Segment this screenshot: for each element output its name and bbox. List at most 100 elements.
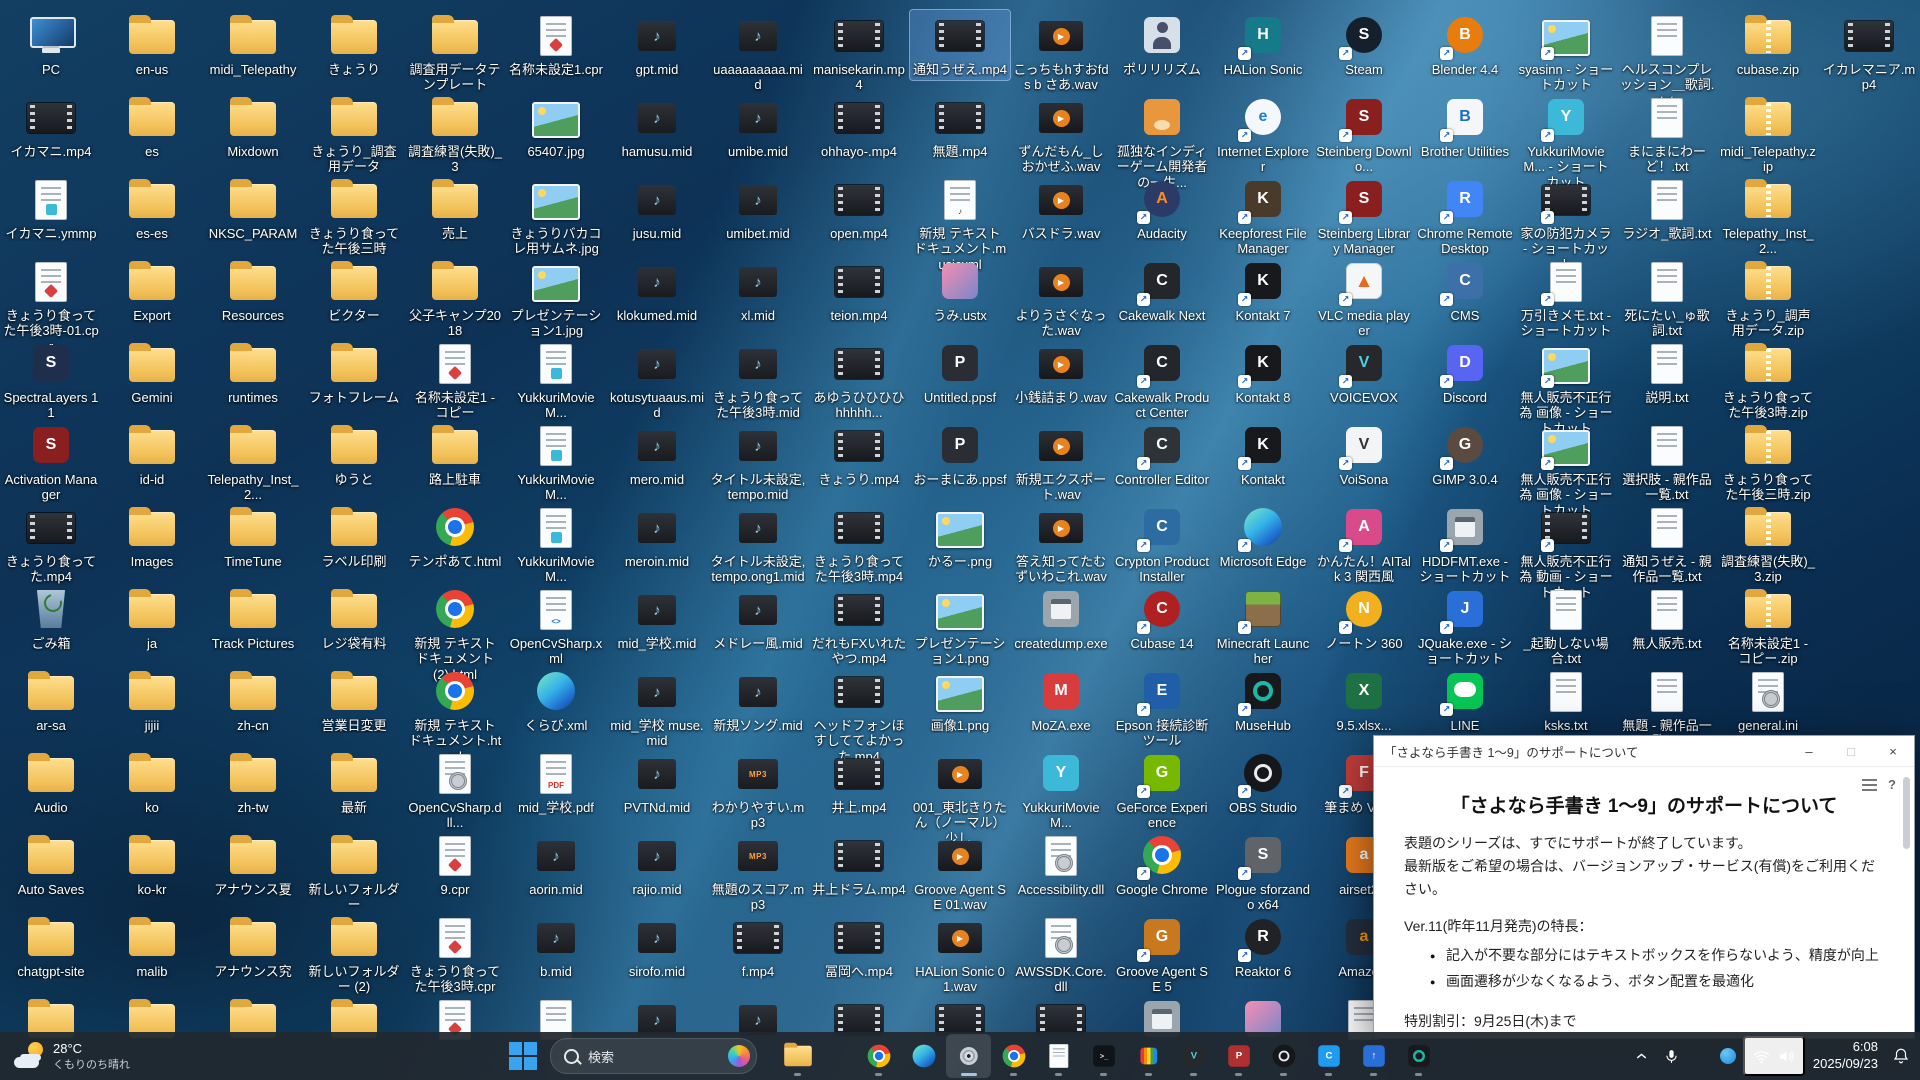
desktop-icon[interactable]: EEpson 接続診断ツール — [1112, 666, 1212, 752]
search-box[interactable]: 検索 — [550, 1038, 757, 1074]
desktop-icon[interactable]: イカレマニア.mp4 — [1819, 10, 1919, 96]
desktop-icon[interactable]: 井上ドラム.mp4 — [809, 830, 909, 900]
desktop-icon[interactable]: malib — [102, 912, 202, 982]
desktop-icon[interactable]: klokumed.mid — [607, 256, 707, 326]
desktop-icon[interactable]: 説明.txt — [1617, 338, 1717, 408]
desktop-icon[interactable]: 万引きメモ.txt - ショートカット — [1516, 256, 1616, 342]
desktop-icon[interactable]: まにまにわーど！.txt — [1617, 92, 1717, 178]
desktop-icon[interactable]: 9.cpr — [405, 830, 505, 900]
desktop-icon[interactable]: プレゼンテーション1.jpg — [506, 256, 606, 342]
desktop-icon[interactable]: BBlender 4.4 — [1415, 10, 1515, 80]
list-icon[interactable] — [1862, 779, 1877, 791]
desktop-icon[interactable]: AAudacity — [1112, 174, 1212, 244]
desktop-icon[interactable]: DDiscord — [1415, 338, 1515, 408]
desktop-icon[interactable]: きょうり — [304, 10, 404, 80]
desktop-icon[interactable]: gpt.mid — [607, 10, 707, 80]
desktop-icon[interactable]: SSteam — [1314, 10, 1414, 80]
desktop-icon[interactable]: es-es — [102, 174, 202, 244]
desktop-icon[interactable]: 65407.jpg — [506, 92, 606, 162]
desktop-icon[interactable]: Microsoft Edge — [1213, 502, 1313, 572]
desktop-icon[interactable]: アナウンス究 — [203, 912, 303, 982]
desktop-icon[interactable]: Nノートン 360 — [1314, 584, 1414, 654]
desktop-icon[interactable]: 名称未設定1 - コピー.zip — [1718, 584, 1818, 670]
desktop-icon[interactable]: zh-tw — [203, 748, 303, 818]
desktop-icon[interactable]: CCrypton Product Installer — [1112, 502, 1212, 588]
blue-tray-icon[interactable] — [1713, 1036, 1743, 1076]
desktop-icon[interactable]: SSteinberg Library Manager — [1314, 174, 1414, 260]
desktop-icon[interactable]: きょうり食ってた午後3時.cpr — [405, 912, 505, 998]
desktop-icon[interactable]: あゆうひひひひhhhhh... — [809, 338, 909, 424]
minimize-button[interactable]: – — [1788, 737, 1830, 766]
desktop-icon[interactable]: syasinn - ショートカット — [1516, 10, 1616, 96]
desktop-icon[interactable]: きょうり食ってた午後3時.mid — [708, 338, 808, 424]
desktop-icon[interactable]: JJQuake.exe - ショートカット — [1415, 584, 1515, 670]
desktop-icon[interactable]: 名称未設定1 - コピー — [405, 338, 505, 424]
desktop-icon[interactable]: ko — [102, 748, 202, 818]
desktop-icon[interactable]: CCubase 14 — [1112, 584, 1212, 654]
desktop-icon[interactable]: ゆうと — [304, 420, 404, 490]
desktop-icon[interactable]: Resources — [203, 256, 303, 326]
desktop-icon[interactable]: Gemini — [102, 338, 202, 408]
desktop-icon[interactable]: 新しいフォルダー — [304, 830, 404, 916]
network-volume-group[interactable] — [1743, 1036, 1805, 1076]
desktop-icon[interactable]: 営業日変更 — [304, 666, 404, 736]
desktop-icon[interactable]: ずんだもん_しおかぜふ.wav — [1011, 92, 1111, 178]
clock[interactable]: 6:08 2025/09/23 — [1805, 1039, 1886, 1073]
taskbar-app-obs[interactable] — [1261, 1034, 1306, 1078]
desktop-icon[interactable]: RReaktor 6 — [1213, 912, 1313, 982]
desktop-icon[interactable]: HALion Sonic 01.wav — [910, 912, 1010, 998]
desktop-icon[interactable]: 通知うぜえ - 親作品一覧.txt — [1617, 502, 1717, 588]
desktop-icon[interactable]: Google Chrome — [1112, 830, 1212, 900]
desktop-icon[interactable]: きょうり_調査用データ — [304, 92, 404, 178]
desktop-icon[interactable]: SSpectraLayers 11 — [1, 338, 101, 424]
desktop-icon[interactable]: きょうり_調声用データ.zip — [1718, 256, 1818, 342]
desktop-icon[interactable]: アナウンス夏 — [203, 830, 303, 900]
desktop-icon[interactable]: Mixdown — [203, 92, 303, 162]
desktop-icon[interactable]: MuseHub — [1213, 666, 1313, 736]
desktop-icon[interactable]: cubase.zip — [1718, 10, 1818, 80]
desktop-icon[interactable]: GGroove Agent SE 5 — [1112, 912, 1212, 998]
desktop-icon[interactable]: xl.mid — [708, 256, 808, 326]
desktop-icon[interactable]: eInternet Explorer — [1213, 92, 1313, 178]
desktop-icon[interactable]: HHALion Sonic — [1213, 10, 1313, 80]
desktop-icon[interactable]: かるー.png — [910, 502, 1010, 572]
desktop-icon[interactable]: 画像1.png — [910, 666, 1010, 736]
desktop-icon[interactable]: kotusytuaaus.mid — [607, 338, 707, 424]
desktop-icon[interactable]: 無人販売.txt — [1617, 584, 1717, 654]
desktop-icon[interactable]: uaaaaaaaaa.mid — [708, 10, 808, 96]
desktop-icon[interactable]: Accessibility.dll — [1011, 830, 1111, 900]
desktop-icon[interactable]: jusu.mid — [607, 174, 707, 244]
desktop-icon[interactable]: MMoZA.exe — [1011, 666, 1111, 736]
desktop-icon[interactable]: 調査練習(失敗)_3 — [405, 92, 505, 178]
desktop-icon[interactable]: BBrother Utilities — [1415, 92, 1515, 162]
desktop-icon[interactable]: 死にたい_ゅ歌詞.txt — [1617, 256, 1717, 342]
desktop-icon[interactable]: ビクター — [304, 256, 404, 326]
desktop-icon[interactable]: イカマニ.ymmp — [1, 174, 101, 244]
desktop-icon[interactable]: open.mp4 — [809, 174, 909, 244]
desktop-icon[interactable]: RChrome Remote Desktop — [1415, 174, 1515, 260]
desktop-icon[interactable]: ごみ箱 — [1, 584, 101, 654]
desktop-icon[interactable]: zh-cn — [203, 666, 303, 736]
desktop-icon[interactable]: Pおーまにあ.ppsf — [910, 420, 1010, 490]
desktop-icon[interactable]: Aかんたん！AITalk 3 関西風 — [1314, 502, 1414, 588]
desktop-icon[interactable]: プレゼンテーション1.png — [910, 584, 1010, 670]
desktop-icon[interactable]: f.mp4 — [708, 912, 808, 982]
desktop-icon[interactable]: mid_学校 muse.mid — [607, 666, 707, 752]
desktop-icon[interactable]: Telepathy_Inst_2... — [1718, 174, 1818, 260]
desktop-icon[interactable]: umibet.mid — [708, 174, 808, 244]
desktop-icon[interactable]: GGIMP 3.0.4 — [1415, 420, 1515, 490]
desktop-icon[interactable]: 冨岡へ.mp4 — [809, 912, 909, 982]
desktop-icon[interactable]: ラベル印刷 — [304, 502, 404, 572]
desktop-icon[interactable]: ar-sa — [1, 666, 101, 736]
weather-widget[interactable]: 28°C くもりのち晴れ — [0, 1032, 144, 1080]
desktop-icon[interactable]: chatgpt-site — [1, 912, 101, 982]
desktop-icon[interactable]: jijii — [102, 666, 202, 736]
desktop-icon[interactable]: id-id — [102, 420, 202, 490]
desktop-icon[interactable]: PUntitled.ppsf — [910, 338, 1010, 408]
desktop-icon[interactable]: 井上.mp4 — [809, 748, 909, 818]
desktop-icon[interactable]: PDFmid_学校.pdf — [506, 748, 606, 818]
desktop-icon[interactable]: VVoiSona — [1314, 420, 1414, 490]
desktop-icon[interactable]: 調査練習(失敗)_3.zip — [1718, 502, 1818, 588]
desktop-icon[interactable]: es — [102, 92, 202, 162]
desktop-icon[interactable]: きょうり食ってた午後3時.mp4 — [809, 502, 909, 588]
